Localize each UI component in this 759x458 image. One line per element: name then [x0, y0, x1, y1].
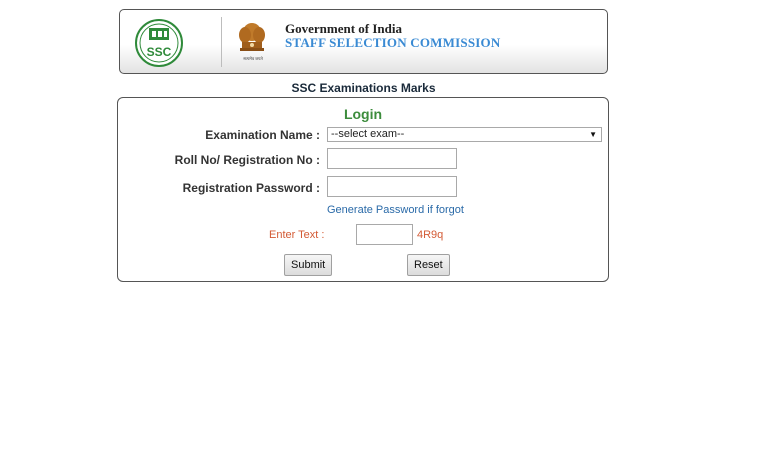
captcha-code: 4R9q	[417, 229, 444, 241]
captcha-label: Enter Text :	[269, 229, 325, 241]
submit-button[interactable]: Submit	[284, 254, 333, 276]
exam-select-value: --select exam--	[331, 128, 405, 140]
ssc-logo-icon: SSC	[135, 19, 183, 67]
login-title: Login	[343, 106, 383, 122]
password-label: Registration Password :	[182, 181, 320, 195]
chevron-down-icon: ▼	[589, 130, 597, 139]
login-panel: Login Examination Name : --select exam--…	[117, 97, 609, 282]
password-input[interactable]	[327, 176, 457, 197]
reset-button[interactable]: Reset	[407, 254, 450, 276]
svg-text:SSC: SSC	[147, 45, 172, 59]
roll-no-input[interactable]	[327, 148, 457, 169]
page-title: SSC Examinations Marks	[291, 81, 436, 95]
header-banner: SSC सत्यमेव जयते Government of India STA…	[119, 9, 608, 74]
exam-name-label: Examination Name :	[205, 128, 320, 142]
captcha-input[interactable]	[356, 224, 413, 245]
generate-password-link[interactable]: Generate Password if forgot	[327, 204, 464, 216]
emblem-caption: सत्यमेव जयते	[243, 56, 263, 61]
header-divider	[221, 17, 222, 67]
exam-select[interactable]: --select exam-- ▼	[327, 127, 602, 142]
commission-title: STAFF SELECTION COMMISSION	[285, 35, 501, 50]
roll-no-label: Roll No/ Registration No :	[174, 153, 320, 167]
